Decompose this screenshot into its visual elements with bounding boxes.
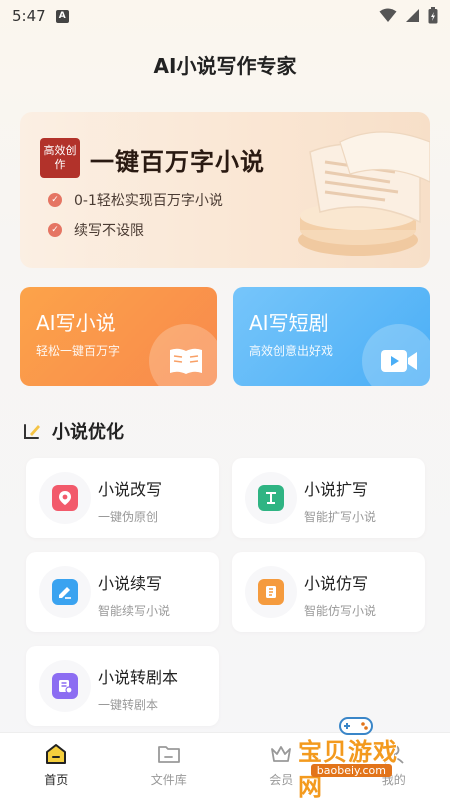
page-title: AI小说写作专家	[153, 54, 297, 78]
nav-label: 首页	[44, 773, 69, 787]
folder-icon	[157, 746, 180, 763]
video-icon	[381, 350, 417, 372]
tool-imitate[interactable]: 小说仿写 智能仿写小说	[232, 552, 425, 632]
banner-title: 一键百万字小说	[90, 148, 265, 176]
banner-badge: 高效创作	[40, 138, 80, 178]
notification-icon: A	[55, 9, 69, 23]
tool-title: 小说仿写	[304, 574, 369, 593]
text-expand-icon	[258, 485, 284, 511]
tool-subtitle: 智能续写小说	[98, 604, 171, 618]
watermark: 宝贝游戏网 baobeiy.com	[298, 716, 418, 800]
tool-title: 小说改写	[98, 480, 163, 499]
status-icons	[379, 7, 438, 24]
nav-files[interactable]: 文件库	[113, 733, 226, 800]
status-bar: 5:47 A	[0, 0, 450, 32]
section-header: 小说优化	[22, 418, 124, 444]
banner-point: ✓ 0-1轻松实现百万字小说	[48, 190, 223, 210]
script-icon	[52, 673, 78, 699]
wifi-icon	[379, 8, 397, 22]
tool-script[interactable]: 小说转剧本 一键转剧本	[26, 646, 219, 726]
tool-subtitle: 智能扩写小说	[304, 510, 377, 524]
banner-point-text: 0-1轻松实现百万字小说	[74, 193, 223, 209]
pencil-note-icon	[24, 424, 40, 439]
tool-icon-bg	[39, 472, 91, 524]
tool-subtitle: 一键伪原创	[98, 510, 159, 524]
battery-icon	[428, 7, 438, 24]
feature-icon-bg	[362, 324, 430, 386]
feature-subtitle: 轻松一键百万字	[36, 344, 121, 358]
tool-icon-bg	[245, 566, 297, 618]
tool-subtitle: 一键转剧本	[98, 698, 159, 712]
tool-expand[interactable]: 小说扩写 智能扩写小说	[232, 458, 425, 538]
banner-point: ✓ 续写不设限	[48, 220, 144, 240]
tool-continue[interactable]: 小说续写 智能续写小说	[26, 552, 219, 632]
tool-icon-bg	[39, 566, 91, 618]
feature-title: AI写短剧	[249, 311, 329, 335]
vip-icon	[271, 746, 292, 762]
nav-label: 会员	[269, 773, 294, 787]
tool-title: 小说续写	[98, 574, 163, 593]
feature-title: AI写小说	[36, 311, 116, 335]
nav-label: 文件库	[150, 773, 187, 787]
feature-icon-bg	[149, 324, 217, 386]
ai-write-novel-card[interactable]: AI写小说 轻松一键百万字	[20, 287, 217, 386]
tool-title: 小说转剧本	[98, 668, 179, 687]
watermark-url: baobeiy.com	[310, 764, 392, 777]
tool-title: 小说扩写	[304, 480, 369, 499]
promo-banner[interactable]: 高效创作 一键百万字小说 ✓ 0-1轻松实现百万字小说 ✓ 续写不设限	[20, 112, 430, 268]
section-title: 小说优化	[52, 422, 124, 443]
rewrite-icon	[52, 485, 78, 511]
tool-icon-bg	[245, 472, 297, 524]
signal-icon	[406, 9, 419, 22]
tool-rewrite[interactable]: 小说改写 一键伪原创	[26, 458, 219, 538]
ai-write-drama-card[interactable]: AI写短剧 高效创意出好戏	[233, 287, 430, 386]
imitate-icon	[258, 579, 284, 605]
home-icon	[46, 744, 67, 764]
feature-subtitle: 高效创意出好戏	[249, 344, 334, 358]
check-icon: ✓	[48, 193, 62, 207]
book-icon	[170, 348, 202, 374]
continue-icon	[52, 579, 78, 605]
tool-subtitle: 智能仿写小说	[304, 604, 377, 618]
banner-point-text: 续写不设限	[74, 223, 144, 239]
status-time: 5:47	[12, 7, 46, 25]
tool-icon-bg	[39, 660, 91, 712]
newspaper-illustration	[298, 131, 430, 256]
nav-home[interactable]: 首页	[0, 733, 113, 800]
check-icon: ✓	[48, 223, 62, 237]
